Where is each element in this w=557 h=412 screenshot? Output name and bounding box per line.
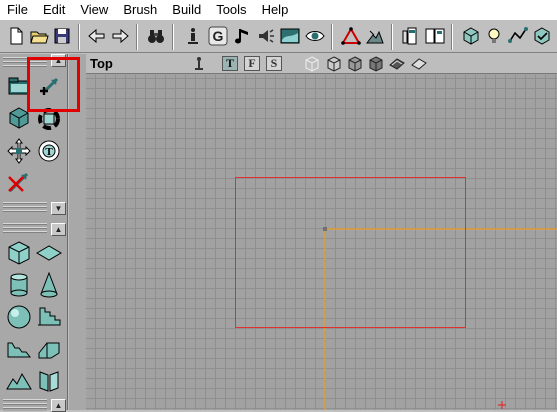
panel-grip[interactable] bbox=[3, 399, 47, 411]
view-mode-side-button[interactable]: S bbox=[266, 56, 282, 71]
menu-file[interactable]: File bbox=[0, 0, 36, 19]
collapse-button[interactable]: ▲ bbox=[51, 399, 66, 412]
viewport-canvas bbox=[235, 177, 557, 410]
sound-browser-icon[interactable] bbox=[255, 25, 277, 47]
main-toolbar: G bbox=[0, 19, 557, 53]
wireframe-view-icon[interactable] bbox=[304, 56, 320, 72]
vertex-editing-icon[interactable] bbox=[34, 72, 64, 102]
viewport-header: Top T F S bbox=[86, 54, 557, 74]
texture-browser-icon[interactable] bbox=[279, 25, 301, 47]
menu-view[interactable]: View bbox=[73, 0, 116, 19]
sheet-builder-icon[interactable] bbox=[34, 238, 64, 268]
build-paths-icon[interactable] bbox=[507, 25, 529, 47]
top-viewport[interactable]: Top T F S bbox=[86, 54, 557, 410]
view-mode-front-button[interactable]: F bbox=[244, 56, 260, 71]
build-all-icon[interactable] bbox=[531, 25, 553, 47]
cube-builder-icon[interactable] bbox=[4, 238, 34, 268]
panel-splitter[interactable] bbox=[69, 54, 86, 410]
sphere-builder-icon[interactable] bbox=[4, 302, 34, 332]
menu-bar: File Edit View Brush Build Tools Help bbox=[0, 0, 557, 19]
group-browser-icon[interactable]: G bbox=[207, 25, 229, 47]
toolbar-separator bbox=[78, 24, 80, 50]
no-draw-icon[interactable] bbox=[4, 168, 34, 198]
panel-grip[interactable] bbox=[3, 57, 47, 69]
brush-clip-icon[interactable] bbox=[4, 104, 34, 134]
save-icon[interactable] bbox=[51, 25, 73, 47]
terrain-icon[interactable] bbox=[364, 25, 386, 47]
new-file-icon[interactable] bbox=[5, 25, 27, 47]
collapse-button[interactable]: ▲ bbox=[51, 223, 66, 236]
cone-builder-icon[interactable] bbox=[34, 270, 64, 300]
undo-icon[interactable] bbox=[86, 25, 108, 47]
svg-text:G: G bbox=[213, 28, 224, 44]
toolbar-separator bbox=[451, 24, 453, 50]
toolbar-separator bbox=[136, 24, 138, 50]
texture-pan-icon[interactable]: T bbox=[34, 136, 64, 166]
menu-brush[interactable]: Brush bbox=[116, 0, 165, 19]
scale-icon[interactable] bbox=[4, 136, 34, 166]
build-geometry-icon[interactable] bbox=[460, 25, 482, 47]
zone-view-icon[interactable] bbox=[326, 56, 342, 72]
texture-usage-view-icon[interactable] bbox=[347, 56, 363, 72]
spiral-stair-icon[interactable] bbox=[34, 334, 64, 364]
player-start-marker bbox=[498, 401, 506, 409]
menu-help[interactable]: Help bbox=[255, 0, 297, 19]
build-options-icon[interactable] bbox=[424, 25, 446, 47]
open-folder-icon[interactable] bbox=[28, 25, 50, 47]
left-toolbox: ▲ T ▼ ▲ ▲ bbox=[0, 54, 68, 412]
dynamic-light-view-icon[interactable] bbox=[368, 56, 384, 72]
volumetric-builder-icon[interactable] bbox=[34, 366, 64, 396]
toolbar-separator bbox=[391, 24, 393, 50]
redo-icon[interactable] bbox=[109, 25, 131, 47]
camera-move-icon[interactable] bbox=[4, 72, 34, 102]
menu-build[interactable]: Build bbox=[165, 0, 209, 19]
mesh-viewer-icon[interactable] bbox=[304, 25, 326, 47]
terrain-builder-icon[interactable] bbox=[4, 366, 34, 396]
collapse-button[interactable]: ▼ bbox=[51, 202, 66, 215]
toolbar-separator bbox=[172, 24, 174, 50]
linear-stair-icon[interactable] bbox=[34, 302, 64, 332]
cylinder-builder-icon[interactable] bbox=[4, 270, 34, 300]
panel-grip[interactable] bbox=[3, 202, 47, 214]
svg-text:T: T bbox=[45, 146, 53, 158]
panel-grip[interactable] bbox=[3, 223, 47, 235]
textured-view-icon[interactable] bbox=[389, 56, 405, 72]
two-d-shape-editor-icon[interactable] bbox=[340, 25, 362, 47]
menu-edit[interactable]: Edit bbox=[36, 0, 73, 19]
binoculars-icon[interactable] bbox=[145, 25, 167, 47]
viewport-actor-icon[interactable] bbox=[191, 56, 207, 72]
lighting-only-view-icon[interactable] bbox=[411, 56, 427, 72]
menu-tools[interactable]: Tools bbox=[209, 0, 254, 19]
curved-stair-icon[interactable] bbox=[4, 334, 34, 364]
collapse-button[interactable]: ▲ bbox=[51, 54, 66, 67]
brush-pivot-point bbox=[323, 227, 327, 231]
build-lighting-icon[interactable] bbox=[483, 25, 505, 47]
toolbar-separator bbox=[331, 24, 333, 50]
actor-properties-icon[interactable] bbox=[182, 25, 204, 47]
builder-brush-outline bbox=[235, 177, 466, 328]
viewport-grid[interactable] bbox=[86, 75, 557, 410]
rotate-icon[interactable] bbox=[34, 104, 64, 134]
calculator-icon[interactable] bbox=[400, 25, 422, 47]
music-browser-icon[interactable] bbox=[231, 25, 253, 47]
view-mode-top-button[interactable]: T bbox=[222, 56, 238, 71]
viewport-title: Top bbox=[90, 56, 113, 71]
